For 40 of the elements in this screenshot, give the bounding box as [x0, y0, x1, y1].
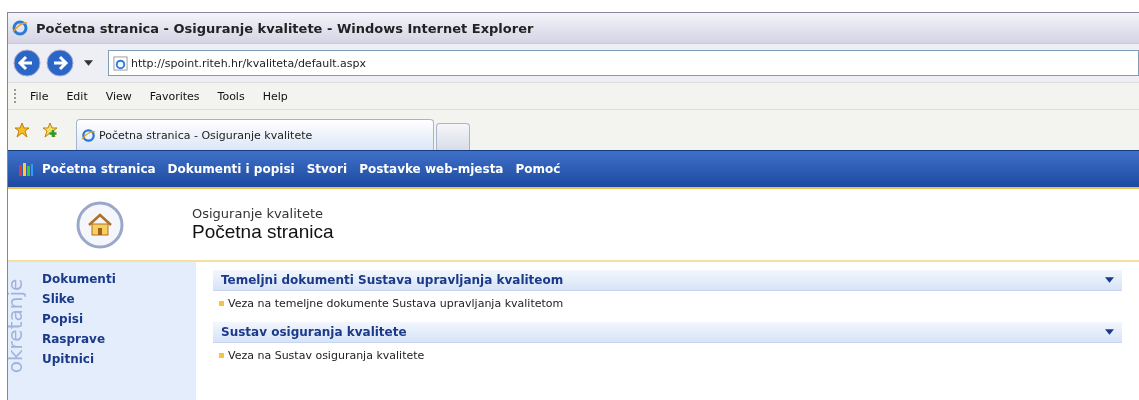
dropdown-arrow-icon[interactable]	[1105, 329, 1114, 335]
nav-link[interactable]: Stvori	[306, 162, 348, 176]
web-part-title: Sustav osiguranja kvalitete	[221, 325, 407, 339]
browser-logo-icon	[12, 20, 28, 36]
home-icon	[76, 200, 124, 249]
back-button[interactable]	[12, 48, 42, 78]
dropdown-arrow-icon[interactable]	[1105, 277, 1114, 283]
nav-link[interactable]: Početna stranica	[42, 162, 156, 176]
web-part-title: Temeljni dokumenti Sustava upravljanja kvaliteom	[221, 273, 564, 287]
caret-icon[interactable]	[84, 60, 93, 66]
quick-launch-link[interactable]: Upitnici	[42, 352, 116, 366]
browser-logo-icon	[81, 127, 96, 143]
page-icon	[113, 55, 128, 71]
menu-item[interactable]: Help	[262, 89, 288, 103]
nav-link[interactable]: Dokumenti i popisi	[167, 162, 295, 176]
star-icon[interactable]	[14, 122, 30, 138]
address-field[interactable]: http://spoint.riteh.hr/kvaliteta/default.aspx	[108, 50, 1139, 76]
quick-launch-link[interactable]: Popisi	[42, 312, 116, 326]
bullet-icon	[219, 301, 224, 306]
window-title: Početna stranica - Osiguranje kvalitete - Windows Internet Explorer	[36, 20, 534, 36]
menu-item[interactable]: Favorites	[149, 89, 200, 103]
quick-launch-link[interactable]: Rasprave	[42, 332, 116, 346]
quick-launch-link[interactable]: Dokumenti	[42, 272, 116, 286]
quick-launch-label: okretanje	[8, 278, 28, 374]
menu-item[interactable]: Tools	[217, 89, 245, 103]
add-star-icon[interactable]	[42, 122, 58, 138]
list-link[interactable]: Veza na Sustav osiguranja kvalitete	[228, 349, 425, 362]
nav-link[interactable]: Postavke web-mjesta	[359, 162, 504, 176]
menu-item[interactable]: Edit	[66, 89, 88, 103]
menu-item[interactable]: File	[30, 89, 49, 103]
browser-tab[interactable]: Početna stranica - Osiguranje kvalitete	[76, 119, 434, 150]
sharepoint-logo-icon	[18, 161, 34, 177]
menu-item[interactable]: View	[105, 89, 132, 103]
page-title: Početna stranica	[192, 221, 334, 243]
quick-launch-link[interactable]: Slike	[42, 292, 116, 306]
forward-button[interactable]	[45, 48, 75, 78]
bullet-icon	[219, 353, 224, 358]
list-link[interactable]: Veza na temeljne dokumente Sustava upravljanja kvalitetom	[228, 297, 564, 310]
nav-link[interactable]: Pomoć	[515, 162, 561, 176]
site-name[interactable]: Osiguranje kvalitete	[192, 206, 334, 221]
